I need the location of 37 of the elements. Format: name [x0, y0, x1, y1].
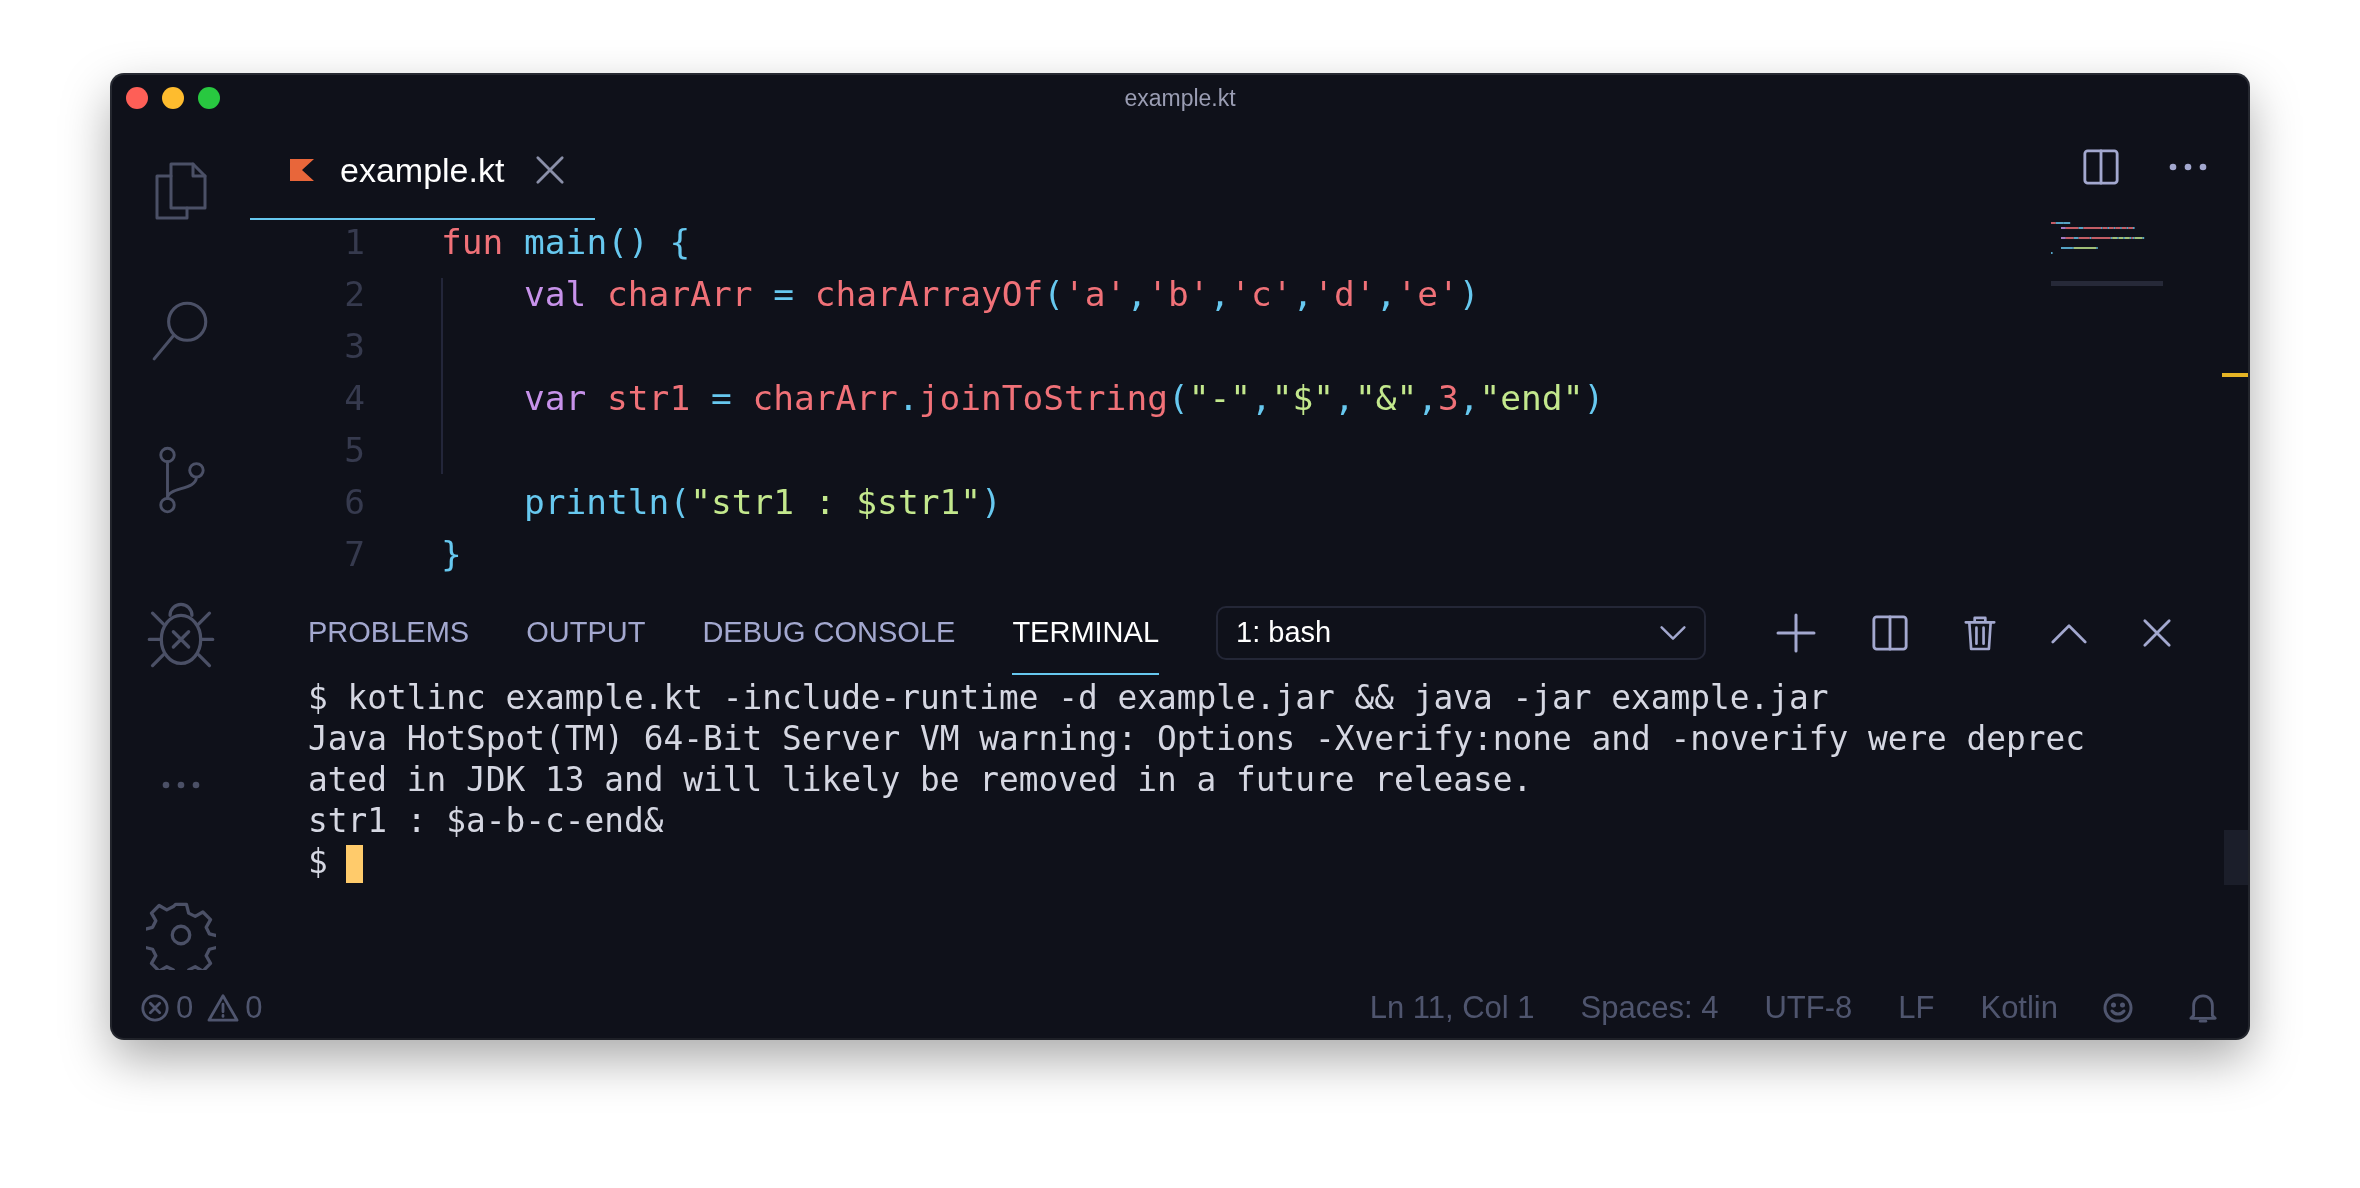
panel-tab[interactable]: DEBUG CONSOLE: [702, 590, 956, 675]
close-icon[interactable]: [2142, 617, 2173, 648]
warning-count: 0: [245, 989, 263, 1026]
terminal-cursor: [345, 844, 363, 883]
terminal-line: str1 : $a-b-c-end&: [308, 801, 665, 842]
panel-tab[interactable]: TERMINAL: [1012, 590, 1160, 675]
close-icon[interactable]: [535, 155, 565, 185]
terminal-line: Java HotSpot(TM) 64-Bit Server VM warning: Options -Xverify:none and -noverify were deprec: [308, 719, 2087, 760]
terminal-line: ated in JDK 13 and will likely be removed in a future release.: [308, 760, 1534, 801]
kotlin-icon: [290, 159, 314, 181]
plus-icon[interactable]: [1776, 612, 1817, 653]
close-light[interactable]: [126, 87, 148, 109]
terminal-select[interactable]: 1: bash: [1216, 605, 1707, 660]
more-icon[interactable]: [2168, 162, 2208, 172]
code-line: }: [441, 534, 462, 574]
error-count: 0: [176, 989, 194, 1026]
terminal-line: $ kotlinc example.kt -include-runtime -d example.jar && java -jar example.jar: [308, 678, 1830, 719]
minimize-light[interactable]: [162, 87, 184, 109]
code-line: val charArr = charArrayOf('a','b','c','d','e'): [523, 274, 1480, 314]
panel-tab[interactable]: PROBLEMS: [308, 590, 470, 675]
chevron-down-icon: [1660, 624, 1687, 641]
code-line: println("str1 : $str1"): [523, 482, 1002, 522]
window-title: example.kt: [1124, 85, 1236, 112]
terminal-prompt: $: [308, 843, 328, 881]
warning-icon: [207, 992, 240, 1023]
panel-tab[interactable]: OUTPUT: [526, 590, 646, 675]
chevron-up-icon[interactable]: [2051, 621, 2088, 644]
split-editor-icon[interactable]: [2082, 148, 2120, 186]
editor-tab[interactable]: example.kt: [250, 122, 595, 220]
zoom-light[interactable]: [198, 87, 220, 109]
split-terminal-icon[interactable]: [1871, 613, 1910, 652]
bell-icon[interactable]: [2188, 991, 2218, 1024]
feedback-icon[interactable]: [2102, 991, 2134, 1024]
error-icon: [140, 992, 170, 1023]
code-line: fun main() {: [441, 222, 691, 262]
ruler-mark: [2222, 373, 2248, 377]
code-line: var str1 = charArr.joinToString("-","$","&",3,"end"): [523, 378, 1605, 418]
